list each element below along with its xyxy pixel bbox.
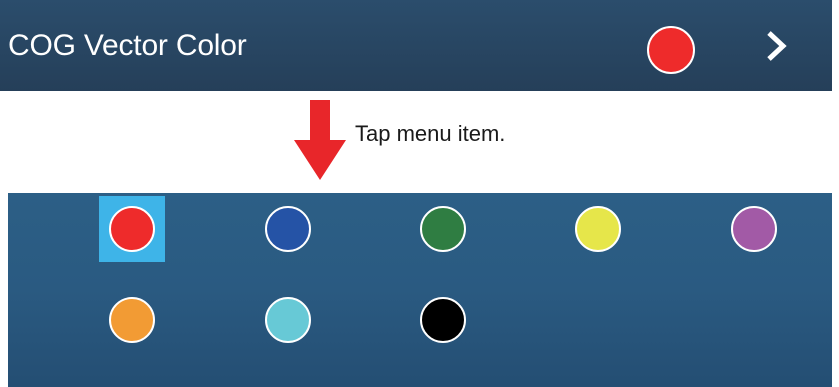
color-swatch-green [420,206,466,252]
color-swatch-purple [731,206,777,252]
menu-item-label: COG Vector Color [8,29,247,62]
color-option-red[interactable] [99,196,165,262]
color-palette [8,193,832,387]
color-swatch-red [109,206,155,252]
color-swatch-black [420,297,466,343]
instruction-text: Tap menu item. [355,121,506,146]
color-option-orange[interactable] [99,287,165,353]
color-option-black[interactable] [410,287,476,353]
chevron-right-icon [767,31,787,61]
color-option-blue[interactable] [255,196,321,262]
color-option-cyan[interactable] [255,287,321,353]
color-option-green[interactable] [410,196,476,262]
current-color-swatch [647,26,695,74]
color-option-purple[interactable] [721,196,787,262]
color-swatch-blue [265,206,311,252]
arrow-down-icon [294,100,346,180]
color-swatch-yellow [575,206,621,252]
color-swatch-orange [109,297,155,343]
color-option-yellow[interactable] [565,196,631,262]
color-swatch-cyan [265,297,311,343]
cog-vector-color-menu-item[interactable]: COG Vector Color [0,0,832,91]
